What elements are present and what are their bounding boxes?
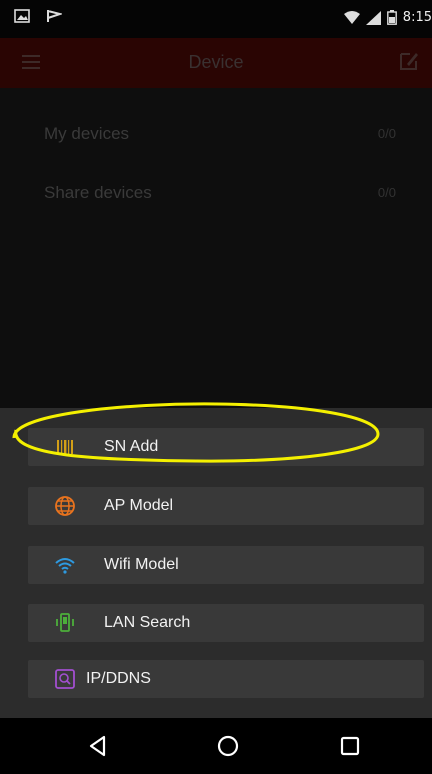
flag-notification-icon xyxy=(47,10,62,22)
battery-icon xyxy=(386,10,397,25)
app-screen: 8:15 Device My devices 0/0 Share devices… xyxy=(0,0,432,774)
app-bar: Device xyxy=(0,38,432,88)
edit-icon[interactable] xyxy=(398,50,420,72)
home-icon[interactable] xyxy=(214,732,242,760)
cell-signal-icon xyxy=(365,10,381,25)
lan-search-button[interactable]: LAN Search xyxy=(28,604,424,642)
add-device-sheet: SN Add AP Model Wifi Model LAN Search IP… xyxy=(0,408,432,718)
my-devices-count: 0/0 xyxy=(377,126,396,141)
wifi-signal-icon xyxy=(343,11,360,24)
my-devices-label: My devices xyxy=(44,124,130,143)
sn-add-button[interactable]: SN Add xyxy=(28,428,424,466)
recents-icon[interactable] xyxy=(336,732,364,760)
wifi-model-label: Wifi Model xyxy=(104,556,179,573)
page-title: Device xyxy=(188,52,244,72)
image-notification-icon xyxy=(14,9,30,23)
wifi-model-button[interactable]: Wifi Model xyxy=(28,546,424,584)
status-bar: 8:15 xyxy=(0,0,432,38)
ap-model-button[interactable]: AP Model xyxy=(28,487,424,525)
ip-ddns-icon xyxy=(55,669,75,689)
device-list: My devices 0/0 Share devices 0/0 xyxy=(0,88,432,408)
ap-model-label: AP Model xyxy=(104,497,174,514)
ip-ddns-button[interactable]: IP/DDNS xyxy=(28,660,424,698)
sn-add-label: SN Add xyxy=(104,438,159,455)
list-item-my-devices[interactable]: My devices 0/0 xyxy=(0,114,432,154)
lan-phone-icon xyxy=(56,613,74,632)
ip-ddns-label: IP/DDNS xyxy=(86,670,151,687)
share-devices-count: 0/0 xyxy=(377,185,396,200)
globe-icon xyxy=(55,496,75,516)
lan-search-label: LAN Search xyxy=(104,614,191,631)
wifi-icon xyxy=(55,558,75,574)
navigation-bar xyxy=(0,718,432,774)
share-devices-label: Share devices xyxy=(44,183,152,202)
list-item-share-devices[interactable]: Share devices 0/0 xyxy=(0,173,432,213)
back-icon[interactable] xyxy=(84,732,112,760)
status-time: 8:15 xyxy=(402,10,432,25)
barcode-icon xyxy=(57,440,73,454)
